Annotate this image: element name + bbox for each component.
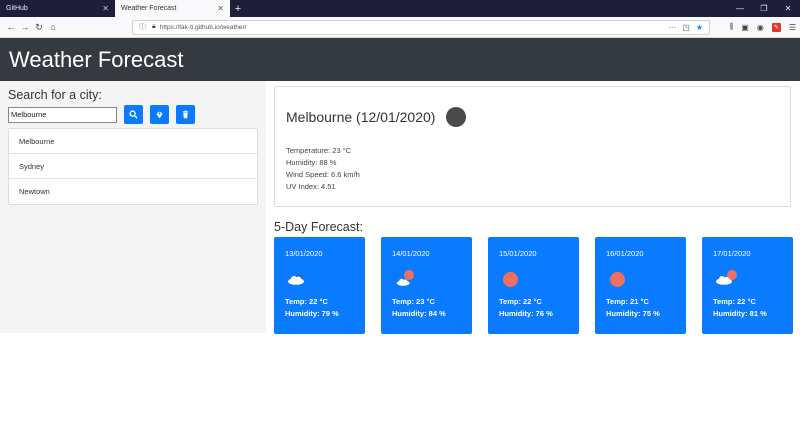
forecast-card: 14/01/2020 Temp: 23 °C Humidity: 84 % (381, 237, 472, 334)
cloudy-icon (287, 267, 354, 291)
weather-icon (446, 107, 467, 127)
close-tab-icon[interactable]: ✕ (217, 4, 224, 13)
browser-tab-weather[interactable]: Weather Forecast ✕ (115, 0, 230, 17)
home-icon[interactable]: ⌂ (46, 22, 60, 32)
forecast-card: 13/01/2020 Temp: 22 °C Humidity: 79 % (274, 237, 365, 334)
pocket-save-icon[interactable]: ◳ (682, 23, 690, 32)
current-humidity: Humidity: 88 % (286, 158, 337, 167)
current-temperature: Temperature: 23 °C (286, 146, 352, 155)
clear-history-button[interactable] (176, 105, 195, 124)
forecast-title: 5-Day Forecast: (274, 220, 363, 234)
forecast-date: 16/01/2020 (606, 249, 644, 258)
info-icon[interactable]: ⓘ (139, 22, 146, 32)
back-icon[interactable]: ← (4, 22, 18, 32)
current-wind-speed: Wind Speed: 6.6 km/h (286, 170, 360, 179)
main-layout: Search for a city: Melbourne Sydney Newt… (0, 81, 800, 334)
content-area: Melbourne (12/01/2020) Temperature: 23 °… (266, 81, 800, 334)
current-stats: Temperature: 23 °C Humidity: 88 % Wind S… (286, 145, 779, 193)
forecast-card: 17/01/2020 Temp: 22 °C Humidity: 81 % (702, 237, 793, 334)
sun-icon (608, 267, 675, 291)
location-button[interactable] (150, 105, 169, 124)
new-tab-button[interactable]: + (230, 0, 246, 17)
search-icon (129, 110, 138, 119)
close-tab-icon[interactable]: ✕ (102, 4, 109, 13)
forecast-temp: Temp: 22 °C (499, 297, 542, 306)
lock-icon: 🔒︎ (152, 23, 156, 30)
browser-tab-bar: GitHub ✕ Weather Forecast ✕ + — ❐ ✕ (0, 0, 800, 17)
forecast-card: 15/01/2020 Temp: 22 °C Humidity: 76 % (488, 237, 579, 334)
search-button[interactable] (124, 105, 143, 124)
sidebar: Search for a city: Melbourne Sydney Newt… (0, 81, 266, 333)
current-city-title: Melbourne (12/01/2020) (286, 109, 436, 125)
city-item-newtown[interactable]: Newtown (9, 179, 257, 204)
search-row (8, 105, 258, 124)
account-icon[interactable]: ◉ (757, 23, 764, 32)
more-icon[interactable]: ··· (668, 23, 676, 32)
city-item-sydney[interactable]: Sydney (9, 154, 257, 179)
current-weather-header: Melbourne (12/01/2020) (286, 107, 779, 127)
forecast-temp: Temp: 22 °C (285, 297, 328, 306)
city-item-melbourne[interactable]: Melbourne (9, 129, 257, 154)
current-uv-index: UV Index: 4.51 (286, 182, 336, 191)
city-history-list: Melbourne Sydney Newtown (8, 128, 258, 205)
forecast-temp: Temp: 23 °C (392, 297, 435, 306)
forecast-temp: Temp: 21 °C (606, 297, 649, 306)
bookmark-star-icon[interactable]: ★ (696, 23, 703, 32)
address-bar[interactable]: ⓘ 🔒︎ https://tak-ti.github.io/weather/ ·… (132, 19, 710, 35)
browser-nav-bar: ← → ↻ ⌂ ⓘ 🔒︎ https://tak-ti.github.io/we… (0, 17, 800, 38)
forecast-humidity: Humidity: 84 % (392, 309, 446, 318)
app-title: Weather Forecast (9, 46, 184, 72)
city-search-input[interactable] (8, 106, 117, 123)
forecast-card: 16/01/2020 Temp: 21 °C Humidity: 75 % (595, 237, 686, 334)
forecast-date: 15/01/2020 (499, 249, 537, 258)
tab-label: Weather Forecast (121, 5, 177, 12)
partly-cloudy-icon (715, 267, 782, 291)
partly-cloudy-icon (394, 267, 461, 291)
minimize-icon[interactable]: — (728, 0, 752, 17)
tab-label: GitHub (6, 5, 28, 12)
browser-tab-github[interactable]: GitHub ✕ (0, 0, 115, 17)
extension-icon[interactable]: ✎ (771, 22, 781, 32)
forecast-humidity: Humidity: 81 % (713, 309, 767, 318)
url-text[interactable]: https://tak-ti.github.io/weather/ (160, 24, 669, 31)
forecast-humidity: Humidity: 79 % (285, 309, 339, 318)
library-icon[interactable]: ⫼ (730, 22, 734, 32)
restore-icon[interactable]: ❐ (752, 0, 776, 17)
search-label: Search for a city: (8, 88, 102, 102)
forecast-date: 14/01/2020 (392, 249, 430, 258)
forecast-humidity: Humidity: 75 % (606, 309, 660, 318)
current-weather-card: Melbourne (12/01/2020) Temperature: 23 °… (274, 86, 791, 207)
forecast-humidity: Humidity: 76 % (499, 309, 553, 318)
close-window-icon[interactable]: ✕ (776, 0, 800, 17)
window-controls: — ❐ ✕ (728, 0, 800, 17)
forward-icon[interactable]: → (18, 22, 32, 32)
trash-icon (182, 110, 189, 119)
app-header: Weather Forecast (0, 38, 800, 81)
forecast-date: 13/01/2020 (285, 249, 323, 258)
forecast-temp: Temp: 22 °C (713, 297, 756, 306)
sun-icon (501, 267, 568, 291)
forecast-row: 13/01/2020 Temp: 22 °C Humidity: 79 % 14… (274, 237, 793, 334)
forecast-date: 17/01/2020 (713, 249, 751, 258)
location-icon (156, 111, 163, 119)
sidebar-icon[interactable]: ▣ (741, 23, 749, 32)
reload-icon[interactable]: ↻ (32, 22, 46, 33)
menu-icon[interactable]: ☰ (789, 23, 796, 32)
